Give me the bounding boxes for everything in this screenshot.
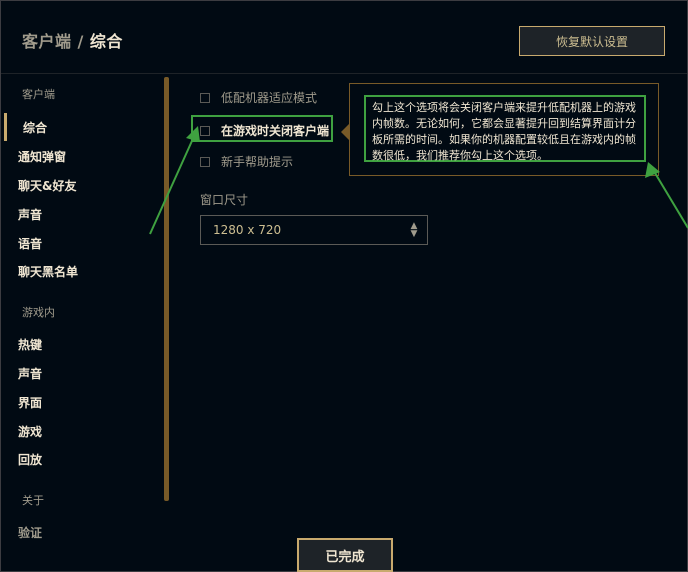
option-newbie-tips[interactable]: 新手帮助提示	[200, 153, 293, 170]
settings-window: 客户端 / 综合 恢复默认设置 客户端 综合 通知弹窗 聊天&好友 声音 语音 聊天…	[0, 0, 688, 572]
low-spec-label: 低配机器适应模式	[221, 91, 318, 105]
sidebar-item-general[interactable]: 综合	[23, 119, 47, 136]
sidebar-item-game[interactable]: 游戏	[18, 423, 42, 440]
breadcrumb-section: 客户端	[22, 32, 72, 51]
settings-sidebar: 客户端 综合 通知弹窗 聊天&好友 声音 语音 聊天黑名单 游戏内 热键 声音 …	[1, 73, 161, 571]
sidebar-group-client: 客户端	[22, 88, 55, 101]
sidebar-group-ingame: 游戏内	[22, 306, 55, 319]
sidebar-item-interface[interactable]: 界面	[18, 394, 42, 411]
sidebar-item-voice[interactable]: 语音	[18, 235, 42, 252]
newbie-tips-checkbox[interactable]	[200, 156, 210, 167]
low-spec-checkbox[interactable]	[200, 92, 210, 103]
restore-defaults-button[interactable]: 恢复默认设置	[519, 26, 665, 56]
option-low-spec-mode[interactable]: 低配机器适应模式	[200, 89, 317, 106]
updown-chevron-icon: ▲ ▼	[410, 221, 418, 239]
sidebar-item-replays[interactable]: 回放	[18, 451, 42, 468]
breadcrumb-separator: /	[77, 32, 84, 51]
page-title: 客户端 / 综合	[22, 28, 123, 52]
sidebar-group-about: 关于	[22, 494, 44, 507]
sidebar-item-chat-friends[interactable]: 聊天&好友	[18, 177, 76, 194]
done-button[interactable]: 已完成	[297, 538, 393, 572]
tooltip-text: 勾上这个选项将会关闭客户端来提升低配机器上的游戏内帧数。无论如何，它都会显著提升…	[364, 95, 646, 162]
close-client-label: 在游戏时关闭客户端	[221, 124, 330, 138]
sidebar-item-notifications[interactable]: 通知弹窗	[18, 148, 66, 165]
breadcrumb-current: 综合	[89, 32, 123, 51]
active-indicator	[4, 113, 7, 141]
close-client-checkbox[interactable]	[200, 125, 210, 136]
sidebar-item-sound[interactable]: 声音	[18, 206, 42, 223]
option-close-client[interactable]: 在游戏时关闭客户端	[200, 122, 329, 139]
sidebar-scrollbar[interactable]	[164, 77, 169, 501]
settings-header: 客户端 / 综合 恢复默认设置	[1, 1, 687, 74]
sidebar-item-hotkeys[interactable]: 热键	[18, 336, 42, 353]
newbie-tips-label: 新手帮助提示	[221, 155, 294, 169]
window-size-label: 窗口尺寸	[200, 193, 249, 207]
window-size-dropdown[interactable]: 1280 x 720 ▲ ▼	[200, 215, 428, 245]
sidebar-item-chat-blocklist[interactable]: 聊天黑名单	[18, 263, 78, 280]
tooltip-pointer	[341, 124, 349, 140]
sidebar-item-ingame-sound[interactable]: 声音	[18, 365, 42, 382]
settings-footer: 已完成	[1, 538, 687, 572]
window-size-value: 1280 x 720	[213, 223, 282, 237]
